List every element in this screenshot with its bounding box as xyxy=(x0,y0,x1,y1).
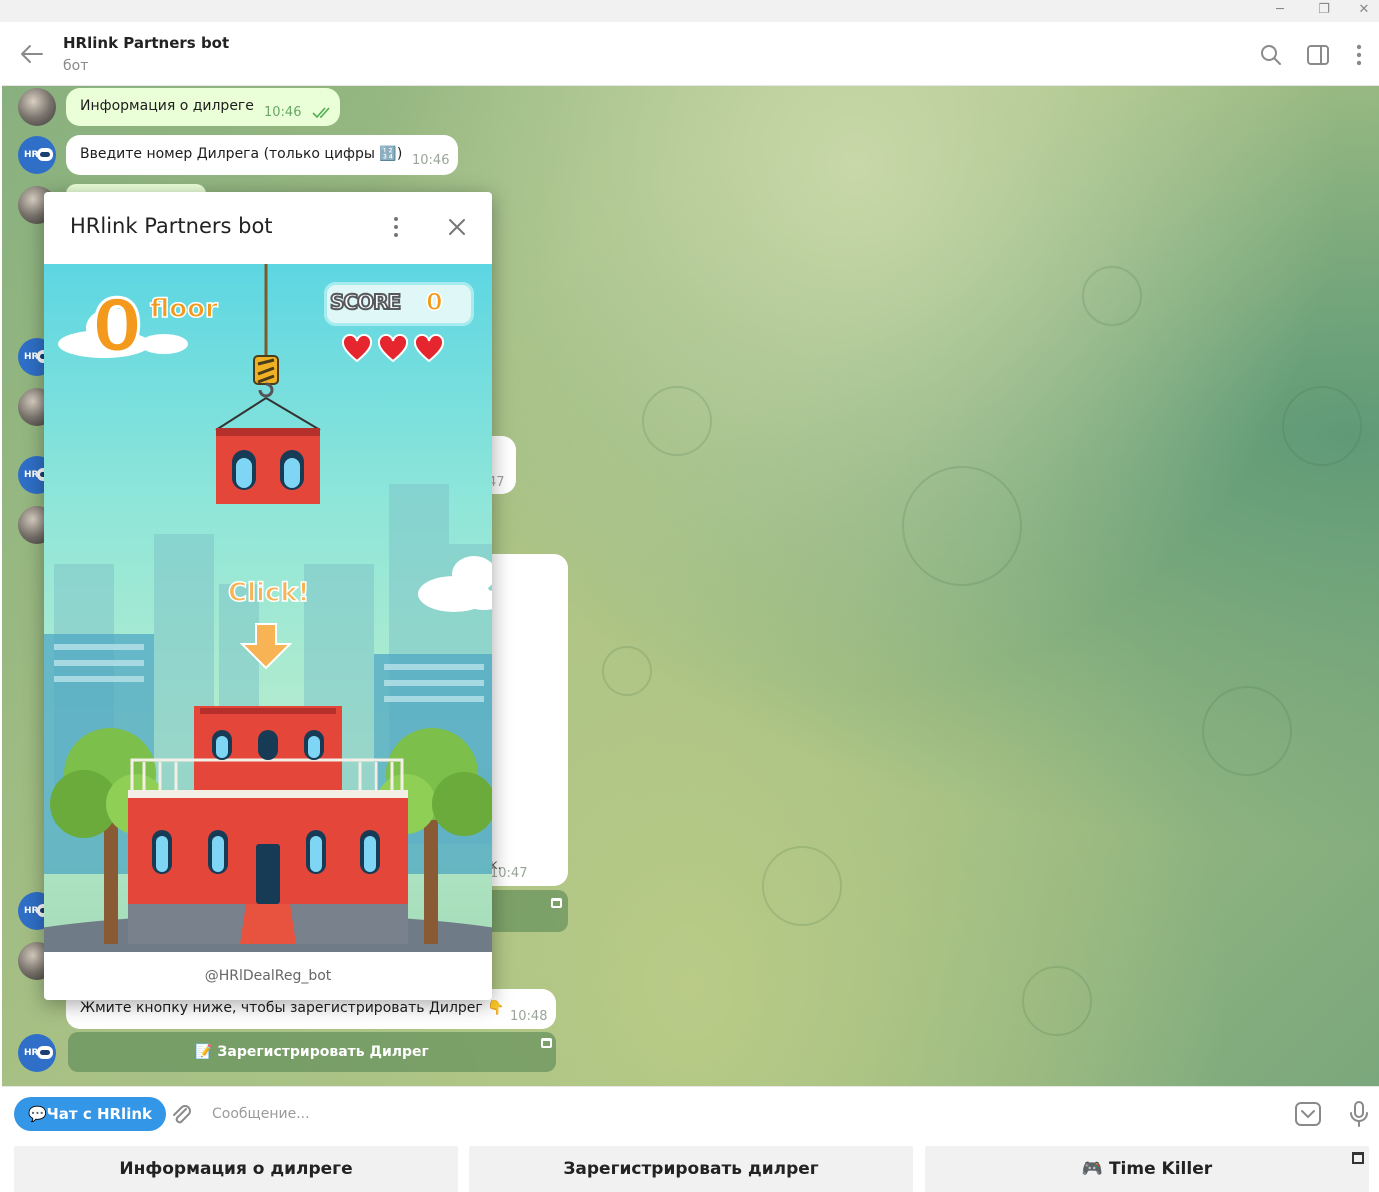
open-webapp-icon xyxy=(541,1038,552,1048)
score-panel: SCORE 0 xyxy=(324,282,474,326)
attach-icon[interactable] xyxy=(168,1101,194,1127)
heart-icon xyxy=(378,334,408,363)
floor-counter: 0 xyxy=(90,283,143,370)
read-checks-icon xyxy=(312,107,330,119)
doodle-pattern xyxy=(902,466,1022,586)
inline-button-label: 📝 Зарегистрировать Дилрег xyxy=(195,1044,429,1060)
score-label: SCORE xyxy=(329,289,402,315)
message-time: 10:48 xyxy=(510,1009,548,1024)
open-webapp-icon xyxy=(551,898,562,908)
doodle-pattern xyxy=(602,646,652,696)
floor-label: floor xyxy=(149,293,218,325)
click-prompt: Click! xyxy=(227,577,310,609)
heart-icon xyxy=(342,334,372,363)
search-icon[interactable] xyxy=(1258,42,1284,68)
message-text: Информация о дилреге xyxy=(80,98,254,114)
minimize-button[interactable]: ─ xyxy=(1260,0,1300,22)
heart-icon xyxy=(414,334,444,363)
bot-avatar[interactable]: HR xyxy=(18,1034,56,1072)
message-input[interactable] xyxy=(212,1097,1272,1131)
message-text: Жмите кнопку ниже, чтобы зарегистрироват… xyxy=(80,1000,505,1016)
message-bubble[interactable]: Введите номер Дилрега (только цифры 🔢) 1… xyxy=(66,135,458,175)
tower-game-canvas[interactable]: 0 floor SCORE 0 Click! xyxy=(44,264,492,952)
keyboard-toggle-icon[interactable] xyxy=(1294,1100,1322,1128)
chat-header: HRlink Partners bot бот xyxy=(2,22,1379,86)
chat-status: бот xyxy=(63,58,89,74)
register-dealreg-inline-button[interactable]: 📝 Зарегистрировать Дилрег xyxy=(68,1032,556,1072)
doodle-pattern xyxy=(1282,386,1362,466)
avatar[interactable] xyxy=(18,88,56,126)
more-vertical-icon[interactable] xyxy=(386,214,406,240)
keyboard-button-dealreg-info[interactable]: Информация о дилреге xyxy=(14,1146,458,1192)
score-value: 0 xyxy=(425,287,443,317)
sidebar-toggle-icon[interactable] xyxy=(1305,42,1331,68)
chat-title[interactable]: HRlink Partners bot xyxy=(63,34,229,52)
chat-menu-button[interactable]: 💬Чат с HRlink xyxy=(14,1097,166,1131)
back-arrow-icon[interactable] xyxy=(18,40,46,68)
message-time: 10:46 xyxy=(264,105,302,120)
doodle-pattern xyxy=(1022,966,1092,1036)
doodle-pattern xyxy=(642,386,712,456)
message-time: 10:46 xyxy=(412,153,450,168)
window-titlebar: ─ ❐ ✕ xyxy=(0,0,1379,22)
message-composer: 💬Чат с HRlink xyxy=(2,1086,1379,1142)
window-close-button[interactable]: ✕ xyxy=(1344,0,1379,22)
close-icon[interactable] xyxy=(444,214,470,240)
doodle-pattern xyxy=(1082,266,1142,326)
bot-avatar[interactable]: HR xyxy=(18,136,56,174)
doodle-pattern xyxy=(1202,686,1292,776)
miniapp-window: HRlink Partners bot 0 floor SCORE 0 Clic… xyxy=(44,192,492,1000)
keyboard-button-time-killer[interactable]: 🎮 Time Killer xyxy=(925,1146,1369,1192)
miniapp-footer-username[interactable]: @HRlDealReg_bot xyxy=(44,952,492,1000)
webapp-keyboard-icon[interactable] xyxy=(1352,1152,1364,1164)
doodle-pattern xyxy=(762,846,842,926)
microphone-icon[interactable] xyxy=(1345,1100,1373,1128)
miniapp-title: HRlink Partners bot xyxy=(70,214,273,238)
reply-keyboard: Информация о дилреге Зарегистрировать ди… xyxy=(2,1142,1379,1192)
message-text: Введите номер Дилрега (только цифры 🔢) xyxy=(80,146,403,162)
more-vertical-icon[interactable] xyxy=(1346,42,1372,68)
keyboard-button-register-dealreg[interactable]: Зарегистрировать дилрег xyxy=(469,1146,913,1192)
restore-button[interactable]: ❐ xyxy=(1304,0,1344,22)
message-bubble[interactable]: Информация о дилреге 10:46 xyxy=(66,88,340,126)
